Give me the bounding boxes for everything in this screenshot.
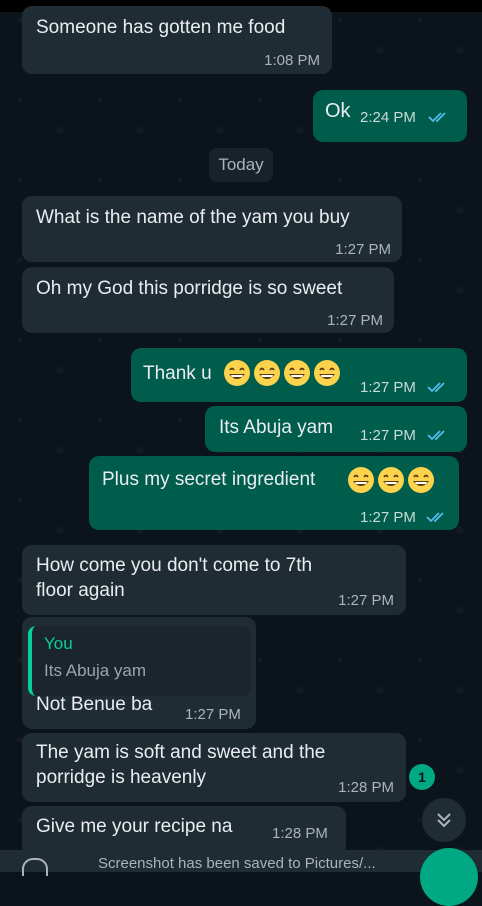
message-text: Give me your recipe na (36, 816, 233, 837)
grinning-face-icon (224, 360, 250, 386)
message-bubble-incoming[interactable]: How come you don't come to 7th floor aga… (22, 545, 406, 615)
message-bubble-incoming[interactable]: Give me your recipe na 1:28 PM (22, 806, 346, 856)
message-text-line1: The yam is soft and sweet and the (36, 742, 326, 763)
message-time: 1:27 PM (360, 509, 416, 526)
message-text: Ok (325, 100, 351, 122)
message-bubble-outgoing[interactable]: Its Abuja yam 1:27 PM (205, 406, 467, 452)
message-bubble-incoming[interactable]: Oh my God this porridge is so sweet 1:27… (22, 267, 394, 333)
new-chat-fab[interactable] (420, 848, 478, 906)
message-text: Oh my God this porridge is so sweet (36, 278, 343, 299)
message-text: Its Abuja yam (219, 417, 334, 438)
double-check-icon (427, 382, 445, 393)
message-time: 1:28 PM (272, 825, 328, 842)
grinning-face-icon (284, 360, 310, 386)
double-check-icon (428, 112, 446, 123)
reply-text: Its Abuja yam (44, 661, 147, 680)
message-bubble-incoming[interactable]: What is the name of the yam you buy 1:27… (22, 196, 402, 262)
grinning-face-icon (408, 467, 434, 493)
date-separator: Today (209, 148, 273, 182)
message-text-line2: floor again (36, 580, 125, 601)
message-time: 1:28 PM (338, 779, 394, 796)
message-text: Not Benue ba (36, 694, 153, 715)
toast-text: Screenshot has been saved to Pictures/..… (98, 855, 376, 872)
quoted-reply[interactable]: You Its Abuja yam (28, 626, 251, 696)
grinning-face-icon (348, 467, 374, 493)
reply-author: You (44, 634, 73, 653)
message-text: Thank u (143, 363, 212, 384)
grinning-face-icon (378, 467, 404, 493)
message-time: 2:24 PM (360, 109, 416, 126)
message-text-line1: How come you don't come to 7th (36, 555, 313, 576)
chevrons-down-icon (437, 813, 451, 828)
unread-count-badge[interactable]: 1 (409, 764, 435, 790)
message-time: 1:08 PM (264, 52, 320, 69)
message-time: 1:27 PM (360, 427, 416, 444)
message-bubble-outgoing[interactable]: Ok 2:24 PM (313, 90, 467, 142)
scroll-to-bottom-button[interactable] (422, 798, 466, 842)
message-time: 1:27 PM (360, 379, 416, 396)
message-time: 1:27 PM (327, 312, 383, 329)
message-text: Someone has gotten me food (36, 17, 286, 38)
message-text: What is the name of the yam you buy (36, 207, 350, 228)
grinning-face-icon (254, 360, 280, 386)
message-bubble-outgoing[interactable]: Plus my secret ingredient 1:27 PM (89, 456, 459, 530)
double-check-icon (426, 512, 444, 523)
message-time: 1:27 PM (185, 706, 241, 723)
double-check-icon (427, 430, 445, 441)
message-time: 1:27 PM (338, 592, 394, 609)
toast-icon (22, 858, 48, 876)
message-bubble-outgoing[interactable]: Thank u 1:27 PM (131, 348, 467, 402)
message-time: 1:27 PM (335, 241, 391, 258)
message-text: Plus my secret ingredient (102, 469, 316, 490)
grinning-face-icon (314, 360, 340, 386)
message-text-line2: porridge is heavenly (36, 767, 207, 788)
message-bubble-incoming[interactable]: Someone has gotten me food 1:08 PM (22, 6, 332, 74)
message-bubble-incoming[interactable]: The yam is soft and sweet and the porrid… (22, 733, 406, 802)
